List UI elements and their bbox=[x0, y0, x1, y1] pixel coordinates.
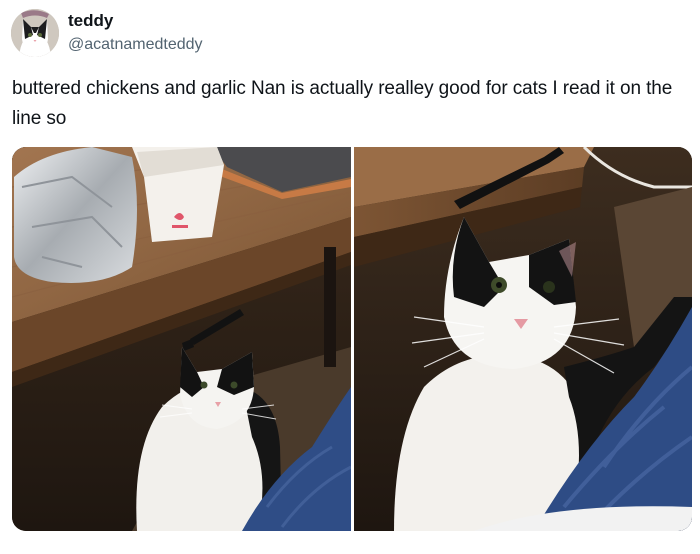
photo-cat-closeup[interactable] bbox=[354, 147, 692, 531]
tweet-card: teddy @acatnamedteddy buttered chickens … bbox=[0, 0, 700, 554]
tweet-text: buttered chickens and garlic Nan is actu… bbox=[12, 78, 673, 129]
display-name[interactable]: teddy bbox=[68, 10, 113, 32]
avatar[interactable] bbox=[11, 9, 59, 57]
photo-cat-under-table-wide[interactable] bbox=[12, 147, 351, 531]
media-grid bbox=[12, 147, 692, 531]
cat-avatar-icon bbox=[11, 9, 59, 57]
user-handle[interactable]: @acatnamedteddy bbox=[68, 35, 203, 55]
